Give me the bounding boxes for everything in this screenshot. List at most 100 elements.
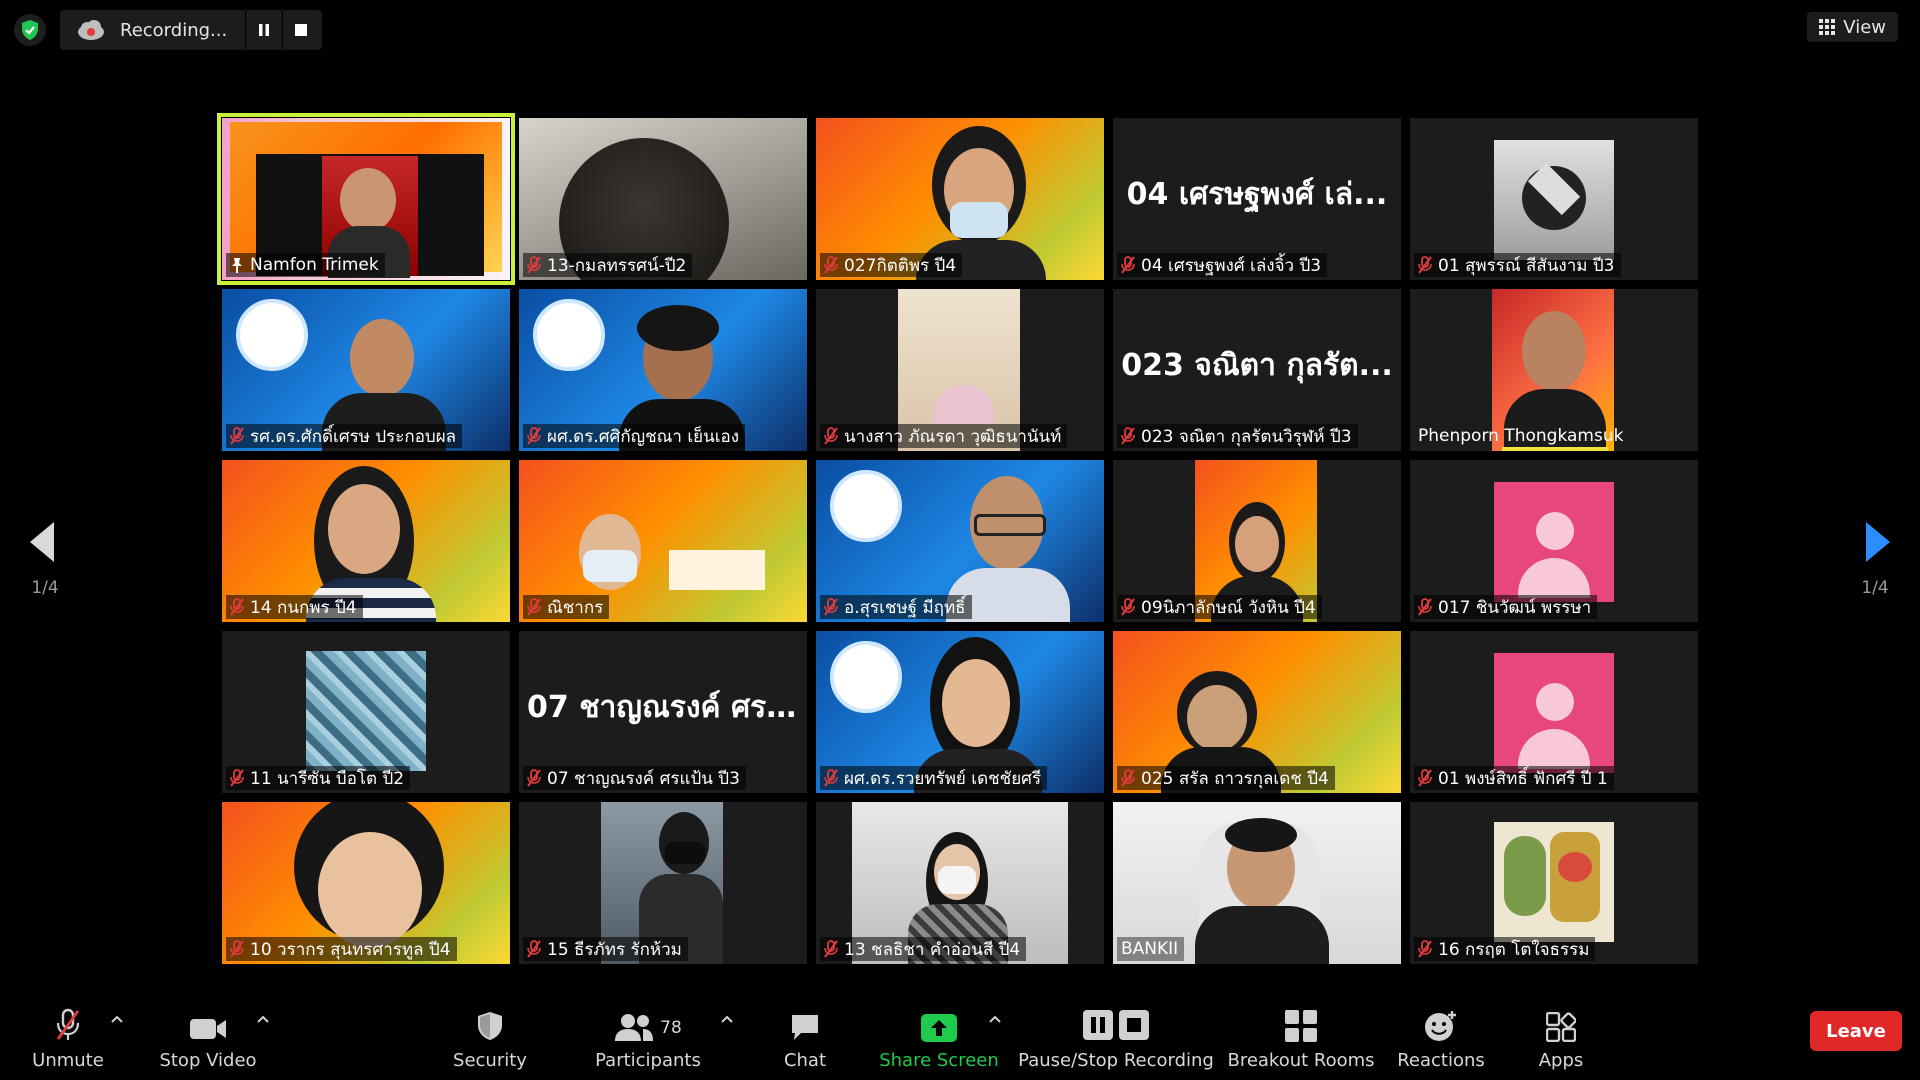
pause-recording-button[interactable]: [245, 10, 282, 50]
next-page-arrow-icon[interactable]: [1864, 520, 1892, 564]
muted-mic-icon: [1121, 256, 1135, 274]
stop-recording-button[interactable]: [282, 10, 319, 50]
muted-mic-icon: [527, 769, 541, 787]
reactions-button[interactable]: Reactions: [1396, 992, 1486, 1080]
participant-name-label: Namfon Trimek: [226, 253, 385, 277]
muted-mic-icon: [230, 769, 244, 787]
video-tile[interactable]: 09นิภาลักษณ์ วังหิน ปี4: [1113, 460, 1401, 622]
grid-view-icon: [1819, 19, 1836, 35]
muted-mic-icon: [527, 940, 541, 958]
security-button[interactable]: Security: [446, 992, 534, 1080]
muted-mic-icon: [1121, 427, 1135, 445]
participant-name-label: 04 เศรษฐพงศ์ เล่งจิ้ว ปี3: [1117, 253, 1328, 277]
muted-mic-icon: [527, 598, 541, 616]
participant-name-label: 13 ชลธิชา คำอ่อนสี ปี4: [820, 937, 1027, 961]
shield-icon: [475, 1008, 505, 1042]
participant-name-label: 09นิภาลักษณ์ วังหิน ปี4: [1117, 595, 1322, 619]
video-tile[interactable]: 14 กนกพร ปี4: [222, 460, 510, 622]
glasses: [974, 514, 1046, 536]
muted-mic-icon: [824, 256, 838, 274]
face-mask: [938, 866, 976, 894]
muted-mic-icon: [824, 598, 838, 616]
video-tile[interactable]: อ.สุรเชษฐ์ มีฤทธิ์: [816, 460, 1104, 622]
video-tile[interactable]: BANKII: [1113, 802, 1401, 964]
participant-name-label: BANKII: [1117, 937, 1185, 961]
video-tile[interactable]: ผศ.ดร.ศศิกัญชณา เย็นเอง: [519, 289, 807, 451]
participant-name-label: 017 ชินวัฒน์ พรรษา: [1414, 595, 1598, 619]
participant-name-label: ผศ.ดร.ศศิกัญชณา เย็นเอง: [523, 424, 746, 448]
video-tile[interactable]: 023 จณิตา กุลรัต... 023 จณิตา กุลรัตนวิร…: [1113, 289, 1401, 451]
muted-mic-icon: [824, 940, 838, 958]
video-tile[interactable]: 16 กรฤต โตใจธรรม: [1410, 802, 1698, 964]
recording-indicator: Recording...: [60, 10, 322, 50]
video-tile[interactable]: 15 ธีรภัทร รักห้วม: [519, 802, 807, 964]
smiley-reaction-icon: [1424, 1008, 1458, 1042]
breakout-rooms-button[interactable]: Breakout Rooms: [1227, 992, 1375, 1080]
participant-face: [942, 659, 1010, 747]
video-tile[interactable]: 11 นารีซัน บือโต ปี2: [222, 631, 510, 793]
video-tile[interactable]: ผศ.ดร.รวยทรัพย์ เดชชัยศรี: [816, 631, 1104, 793]
video-options-chevron-icon[interactable]: [256, 1014, 270, 1024]
video-tile[interactable]: 01 สุพรรณ์ สีสันงาม ปี3: [1410, 118, 1698, 280]
participant-name-label: ผศ.ดร.รวยทรัพย์ เดชชัยศรี: [820, 766, 1048, 790]
participant-name-label: 10 วรากร สุนทรศารทูล ปี4: [226, 937, 457, 961]
apps-button[interactable]: Apps: [1526, 992, 1596, 1080]
share-options-chevron-icon[interactable]: [988, 1014, 1002, 1024]
muted-mic-icon: [1121, 598, 1135, 616]
video-tile[interactable]: Phenporn Thongkamsuk: [1410, 289, 1698, 451]
security-shield-icon[interactable]: [14, 14, 46, 46]
stop-video-button[interactable]: Stop Video: [150, 992, 266, 1080]
breakout-rooms-icon: [1285, 1008, 1317, 1042]
video-tile[interactable]: 025 สรัล ถาวรกุลเดช ปี4: [1113, 631, 1401, 793]
video-tile[interactable]: Namfon Trimek: [217, 113, 515, 285]
video-tile[interactable]: นางสาว ภัณรดา วุฒิธนานันท์: [816, 289, 1104, 451]
share-screen-button[interactable]: Share Screen: [879, 992, 999, 1080]
participant-name-label: 16 กรฤต โตใจธรรม: [1414, 937, 1596, 961]
participant-face: [340, 168, 396, 232]
video-tile[interactable]: รศ.ดร.ศักดิ์เศรษ ประกอบผล: [222, 289, 510, 451]
participant-name-placeholder: 023 จณิตา กุลรัต...: [1121, 347, 1393, 383]
participants-icon: [615, 1014, 654, 1041]
video-tile[interactable]: 10 วรากร สุนทรศารทูล ปี4: [222, 802, 510, 964]
participant-name-label: 14 กนกพร ปี4: [226, 595, 363, 619]
face-mask: [665, 842, 705, 864]
unmute-button[interactable]: Unmute: [22, 992, 114, 1080]
participant-name-label: 07 ชาญณรงค์ ศรแป้น ปี3: [523, 766, 746, 790]
participant-name-label: 13-กมลทรรศน์-ปี2: [523, 253, 693, 277]
audio-options-chevron-icon[interactable]: [110, 1014, 124, 1024]
pause-stop-recording-button[interactable]: Pause/Stop Recording: [1018, 992, 1214, 1080]
page-indicator-right: 1/4: [1861, 578, 1889, 598]
participant-name-label: อ.สุรเชษฐ์ มีฤทธิ์: [820, 595, 972, 619]
participant-name-label: 01 สุพรรณ์ สีสันงาม ปี3: [1414, 253, 1621, 277]
video-camera-icon: [189, 1008, 227, 1042]
muted-microphone-icon: [53, 1008, 83, 1042]
video-tile[interactable]: 13-กมลทรรศน์-ปี2: [519, 118, 807, 280]
participant-face: [318, 832, 422, 948]
participants-button[interactable]: 78 Participants: [594, 992, 702, 1080]
video-tile[interactable]: 027กิตติพร ปี4: [816, 118, 1104, 280]
chat-button[interactable]: Chat: [770, 992, 840, 1080]
participant-name-label: 01 พงษ์สิทธิ์ ฟักศรี ปี 1: [1414, 766, 1614, 790]
profile-picture: [1494, 140, 1614, 260]
apps-icon: [1546, 1008, 1576, 1042]
muted-mic-icon: [527, 256, 541, 274]
video-tile[interactable]: 04 เศรษฐพงศ์ เล่... 04 เศรษฐพงศ์ เล่งจิ้…: [1113, 118, 1401, 280]
muted-mic-icon: [1418, 769, 1432, 787]
video-tile[interactable]: 13 ชลธิชา คำอ่อนสี ปี4: [816, 802, 1104, 964]
view-label: View: [1843, 16, 1886, 38]
profile-picture: [306, 651, 426, 771]
logo-icon: [830, 641, 902, 713]
participant-name-placeholder: 04 เศรษฐพงศ์ เล่...: [1126, 176, 1388, 212]
video-tile[interactable]: 07 ชาญณรงค์ ศร... 07 ชาญณรงค์ ศรแป้น ปี3: [519, 631, 807, 793]
video-tile[interactable]: 017 ชินวัฒน์ พรรษา: [1410, 460, 1698, 622]
logo-icon: [830, 470, 902, 542]
leave-meeting-button[interactable]: Leave: [1810, 1011, 1902, 1051]
video-tile[interactable]: 01 พงษ์สิทธิ์ ฟักศรี ปี 1: [1410, 631, 1698, 793]
view-button[interactable]: View: [1807, 12, 1898, 42]
pin-icon: [232, 258, 242, 273]
participant-name-label: 025 สรัล ถาวรกุลเดช ปี4: [1117, 766, 1335, 790]
video-tile[interactable]: ณิชากร: [519, 460, 807, 622]
previous-page-arrow-icon[interactable]: [28, 520, 56, 564]
participants-options-chevron-icon[interactable]: [720, 1014, 734, 1024]
participant-name-placeholder: 07 ชาญณรงค์ ศร...: [527, 689, 801, 725]
